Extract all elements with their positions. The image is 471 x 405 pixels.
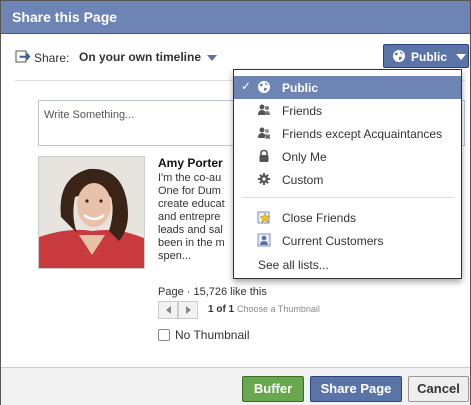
share-target-dropdown[interactable]: On your own timeline	[79, 50, 218, 64]
menu-item-label: Public	[282, 81, 319, 95]
checkbox-icon[interactable]	[158, 329, 170, 341]
check-icon: ✓	[241, 79, 252, 93]
dialog-titlebar: Share this Page	[1, 1, 470, 34]
menu-item-only-me[interactable]: Only Me	[234, 145, 461, 168]
friends-except-icon	[257, 126, 271, 140]
choose-thumbnail-label: Choose a Thumbnail	[237, 304, 320, 314]
chevron-down-icon	[456, 54, 466, 60]
menu-item-custom[interactable]: Custom	[234, 168, 461, 191]
menu-item-label: Friends	[282, 104, 323, 118]
message-placeholder: Write Something...	[44, 109, 135, 121]
menu-item-close-friends[interactable]: Close Friends	[234, 206, 461, 229]
menu-item-label: Custom	[282, 173, 324, 187]
gear-icon	[257, 172, 271, 186]
menu-item-label: Friends except Acquaintances	[282, 127, 443, 141]
star-list-icon	[257, 210, 271, 224]
preview-meta: Page · 15,726 like this	[158, 286, 267, 298]
share-arrow-icon	[15, 49, 31, 63]
menu-item-label: Current Customers	[282, 234, 384, 248]
share-label: Share:	[34, 51, 70, 65]
audience-selector-button[interactable]: Public	[383, 44, 469, 68]
audience-menu: ✓ Public Friends Friends except Acquaint…	[233, 69, 462, 279]
dialog-footer: Buffer Share Page Cancel	[1, 367, 470, 405]
share-target-label: On your own timeline	[79, 50, 202, 64]
menu-item-public[interactable]: ✓ Public	[234, 76, 461, 99]
lock-icon	[257, 149, 271, 163]
globe-icon	[392, 49, 406, 63]
menu-item-label: Only Me	[282, 150, 327, 164]
cancel-button[interactable]: Cancel	[408, 376, 469, 402]
dialog-title: Share this Page	[12, 9, 118, 25]
share-page-button[interactable]: Share Page	[310, 376, 402, 402]
globe-icon	[257, 80, 271, 94]
menu-item-friends[interactable]: Friends	[234, 99, 461, 122]
next-thumbnail-button[interactable]	[178, 301, 198, 319]
buffer-button[interactable]: Buffer	[242, 376, 304, 402]
friends-icon	[257, 103, 271, 117]
arrow-left-icon	[166, 306, 171, 314]
thumbnail-count: 1 of 1	[208, 304, 235, 315]
share-dialog: Share this Page Share: On your own timel…	[0, 0, 471, 405]
menu-separator	[242, 197, 454, 198]
no-thumbnail-checkbox[interactable]: No Thumbnail	[158, 328, 249, 342]
see-all-lists-link[interactable]: See all lists...	[258, 258, 329, 272]
menu-item-label: Close Friends	[282, 211, 357, 225]
preview-title[interactable]: Amy Porter	[158, 156, 223, 170]
prev-thumbnail-button[interactable]	[158, 301, 178, 319]
preview-thumbnail	[38, 156, 145, 269]
no-thumbnail-label: No Thumbnail	[175, 328, 250, 342]
menu-item-friends-except-acquaintances[interactable]: Friends except Acquaintances	[234, 122, 461, 145]
menu-item-current-customers[interactable]: Current Customers	[234, 229, 461, 252]
person-list-icon	[257, 233, 271, 247]
chevron-down-icon	[207, 54, 218, 61]
arrow-right-icon	[186, 306, 191, 314]
preview-description: I'm the co-au One for Dum create educat …	[158, 172, 225, 262]
audience-selector-label: Public	[411, 50, 448, 64]
